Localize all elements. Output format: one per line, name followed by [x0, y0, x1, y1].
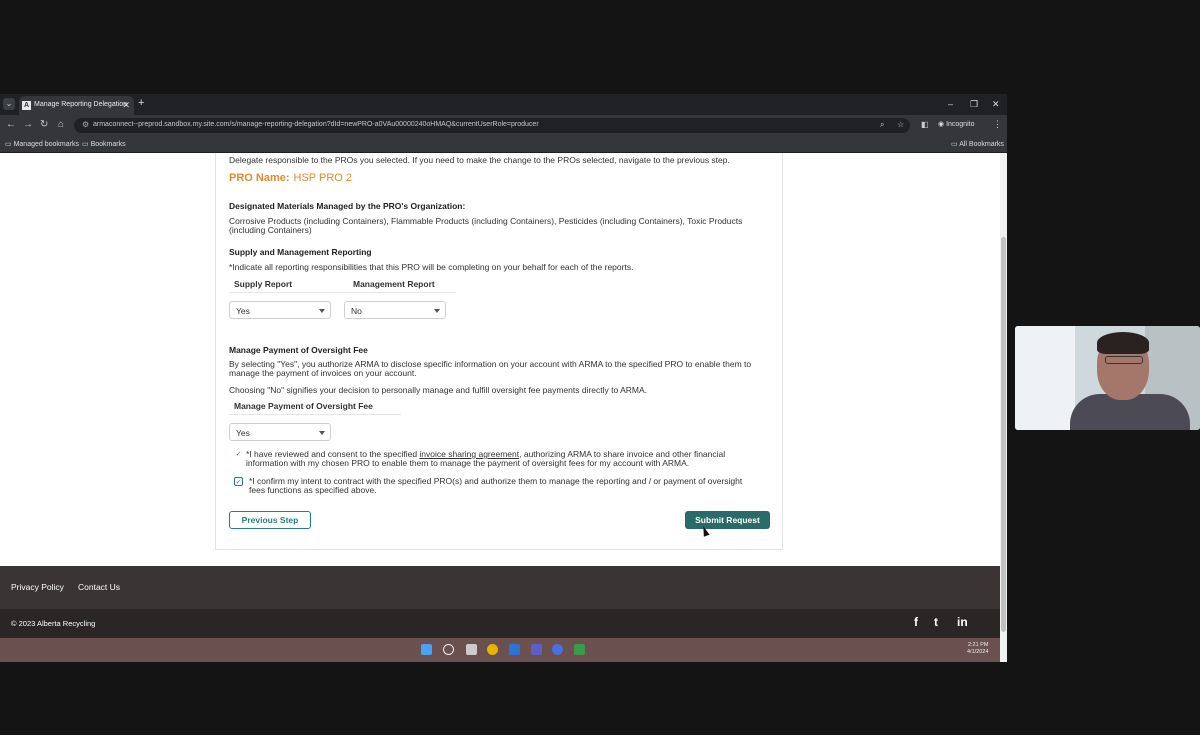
webcam-person-hair — [1097, 332, 1149, 354]
incognito-badge[interactable]: ◉ Incognito — [938, 120, 974, 128]
confirm-checkbox[interactable]: ✓ — [234, 477, 243, 486]
intro-text: Delegate responsible to the PROs you sel… — [229, 155, 730, 165]
facebook-icon[interactable]: f — [914, 615, 918, 629]
active-tab[interactable]: A Manage Reporting Delegation ✕ — [19, 96, 134, 115]
page-scrollbar[interactable] — [1000, 153, 1007, 662]
reload-icon[interactable]: ↻ — [40, 119, 48, 130]
submit-request-button[interactable]: Submit Request — [685, 511, 770, 529]
materials-heading: Designated Materials Managed by the PRO'… — [229, 201, 466, 211]
scrollbar-thumb[interactable] — [1001, 237, 1006, 632]
taskbar: 2:21 PM 4/1/2024 — [0, 638, 1000, 662]
home-icon[interactable]: ⌂ — [58, 119, 64, 130]
bookmark-star-icon[interactable]: ☆ — [897, 120, 904, 129]
browser-window: ⌄ A Manage Reporting Delegation ✕ + – ❐ … — [0, 94, 1007, 662]
incognito-label: Incognito — [946, 121, 975, 128]
bookmarks-bar: ▭ Managed bookmarks ▭ Bookmarks ▭ All Bo… — [0, 136, 1007, 153]
bookmarks-label: Bookmarks — [90, 141, 126, 148]
webcam-person-glasses — [1105, 356, 1143, 364]
all-bookmarks[interactable]: ▭ All Bookmarks — [951, 140, 1004, 148]
tab-title: Manage Reporting Delegation — [34, 101, 128, 108]
browser-toolbar: ← → ↻ ⌂ ⚙ armaconnect--preprod.sandbox.m… — [0, 115, 1007, 136]
oversight-value: Yes — [236, 428, 250, 438]
chevron-down-icon — [319, 431, 325, 435]
oversight-heading: Manage Payment of Oversight Fee — [229, 345, 368, 355]
zoom-icon[interactable]: ⌕ — [880, 120, 884, 130]
zoom-app-icon[interactable] — [552, 644, 563, 655]
minimize-icon[interactable]: – — [948, 99, 953, 109]
menu-icon[interactable]: ⋮ — [993, 119, 1002, 130]
management-report-select[interactable]: No — [344, 301, 446, 319]
back-icon[interactable]: ← — [6, 119, 16, 130]
site-info-icon[interactable]: ⚙ — [82, 120, 89, 129]
webcam-preview — [1015, 326, 1200, 430]
app-icon[interactable] — [574, 644, 585, 655]
managed-folder-icon: ▭ — [5, 141, 12, 148]
supply-report-value: Yes — [236, 306, 250, 316]
screen: ⌄ A Manage Reporting Delegation ✕ + – ❐ … — [0, 0, 1200, 735]
folder-icon: ▭ — [82, 141, 89, 148]
tab-close-icon[interactable]: ✕ — [122, 100, 130, 111]
tab-bar: ⌄ A Manage Reporting Delegation ✕ + – ❐ … — [0, 94, 1007, 115]
webcam-background-window — [1015, 326, 1075, 430]
managed-bookmarks-label: Managed bookmarks — [13, 141, 79, 148]
restore-icon[interactable]: ❐ — [970, 99, 978, 110]
all-bookmarks-label: All Bookmarks — [959, 141, 1004, 148]
chevron-down-icon — [319, 309, 325, 313]
oversight-choosing-no: Choosing "No" signifies your decision to… — [229, 385, 648, 395]
previous-step-button[interactable]: Previous Step — [229, 511, 311, 529]
side-panel-icon[interactable]: ◧ — [921, 120, 929, 129]
linkedin-icon[interactable]: in — [957, 615, 968, 629]
clock-date: 4/1/2024 — [967, 649, 989, 655]
privacy-policy-link[interactable]: Privacy Policy — [11, 582, 64, 592]
incognito-icon: ◉ — [938, 121, 945, 128]
favicon-icon: A — [22, 101, 31, 110]
task-view-icon[interactable] — [466, 644, 477, 655]
twitter-icon[interactable]: t — [934, 615, 938, 629]
supply-report-select[interactable]: Yes — [229, 301, 331, 319]
materials-line-2: (including Containers) — [229, 225, 312, 235]
search-icon[interactable] — [443, 644, 454, 655]
contact-us-link[interactable]: Contact Us — [78, 582, 120, 592]
clock: 2:21 PM 4/1/2024 — [967, 642, 988, 656]
reporting-heading: Supply and Management Reporting — [229, 247, 372, 257]
all-bookmarks-folder-icon: ▭ — [951, 141, 958, 148]
management-report-header: Management Report — [348, 273, 456, 293]
address-bar[interactable]: ⚙ armaconnect--preprod.sandbox.my.site.c… — [74, 118, 910, 133]
bookmarks-folder[interactable]: ▭ Bookmarks — [82, 140, 126, 148]
consent-checkbox[interactable]: ✓ — [234, 450, 243, 459]
oversight-select[interactable]: Yes — [229, 423, 331, 441]
chrome-icon[interactable] — [487, 644, 498, 655]
start-icon[interactable] — [421, 644, 432, 655]
oversight-text-line-2: manage the payment of invoices on your a… — [229, 368, 417, 378]
teams-icon[interactable] — [531, 644, 542, 655]
managed-bookmarks[interactable]: ▭ Managed bookmarks — [5, 140, 79, 148]
outlook-icon[interactable] — [509, 644, 520, 655]
footer-bottom: © 2023 Alberta Recycling f t in — [0, 609, 1000, 638]
url-text: armaconnect--preprod.sandbox.my.site.com… — [93, 121, 539, 128]
chevron-down-icon — [434, 309, 440, 313]
window-close-icon[interactable]: ✕ — [992, 99, 1000, 110]
supply-report-header: Supply Report — [229, 273, 348, 293]
delegation-card: Delegate responsible to the PROs you sel… — [215, 153, 783, 550]
page-viewport: Delegate responsible to the PROs you sel… — [0, 153, 1000, 662]
tab-search-icon[interactable]: ⌄ — [3, 98, 15, 110]
reporting-instruction: *Indicate all reporting responsibilities… — [229, 262, 634, 272]
consent-line-2: information with my chosen PRO to enable… — [246, 458, 690, 468]
pro-name-label: PRO Name: — [229, 172, 290, 184]
oversight-column-header: Manage Payment of Oversight Fee — [229, 395, 401, 415]
pro-name: PRO Name: HSP PRO 2 — [229, 172, 352, 184]
copyright: © 2023 Alberta Recycling — [11, 619, 96, 628]
new-tab-icon[interactable]: + — [138, 97, 144, 109]
clock-time: 2:21 PM — [967, 642, 989, 648]
footer-links: Privacy Policy Contact Us — [0, 566, 1000, 609]
forward-icon[interactable]: → — [23, 119, 33, 130]
management-report-value: No — [351, 306, 362, 316]
pro-name-value: HSP PRO 2 — [293, 172, 353, 184]
confirm-line-2: fees functions as specified above. — [249, 485, 377, 495]
